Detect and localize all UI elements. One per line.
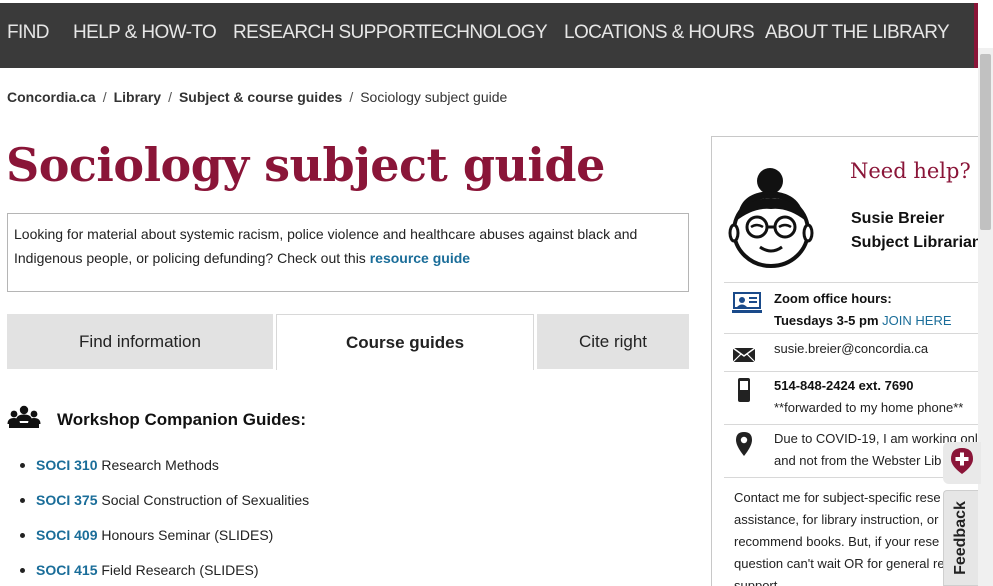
breadcrumb-subject-course-guides[interactable]: Subject & course guides <box>179 89 342 105</box>
nav-item-technology[interactable]: TECHNOLOGY <box>420 22 548 44</box>
guide-link-soci-415[interactable]: SOCI 415 <box>36 562 97 578</box>
blurb-line: assistance, for library instruction, or <box>734 512 939 527</box>
workshop-heading: Workshop Companion Guides: <box>7 405 306 434</box>
tab-course-guides[interactable]: Course guides <box>276 314 534 370</box>
nav-item-research-support[interactable]: RESEARCH SUPPORT <box>233 22 426 44</box>
breadcrumb-separator: / <box>168 89 172 105</box>
blurb-line: Contact me for subject-specific rese <box>734 490 941 505</box>
top-navigation: FIND HELP & HOW-TO RESEARCH SUPPORT TECH… <box>0 0 993 68</box>
contact-blurb: Contact me for subject-specific rese ass… <box>724 477 978 586</box>
guide-link-soci-409[interactable]: SOCI 409 <box>36 527 97 543</box>
zoom-hours-row: Zoom office hours: Tuesdays 3-5 pm JOIN … <box>724 282 978 333</box>
phone-note: **forwarded to my home phone** <box>774 400 964 415</box>
plus-circle-icon <box>950 447 974 480</box>
email-row: susie.breier@concordia.ca <box>724 333 978 371</box>
envelope-icon <box>732 347 756 368</box>
location-line-2: and not from the Webster Lib <box>774 453 942 468</box>
tab-find-information[interactable]: Find information <box>7 314 273 369</box>
scrollbar-thumb[interactable] <box>980 54 991 230</box>
breadcrumb-concordia[interactable]: Concordia.ca <box>7 89 96 105</box>
librarian-avatar-icon <box>728 165 828 274</box>
page-scrollbar[interactable] <box>978 48 993 586</box>
blurb-line: support <box>734 578 778 586</box>
zoom-hours-label: Zoom office hours: <box>774 291 892 306</box>
librarian-role: Subject Librarian <box>851 234 978 251</box>
mobile-phone-icon <box>737 377 751 408</box>
librarian-phone: 514-848-2424 ext. 7690 <box>774 378 914 393</box>
breadcrumb-current: Sociology subject guide <box>360 89 508 105</box>
video-conference-icon <box>732 292 762 319</box>
nav-item-find[interactable]: FIND <box>7 22 50 44</box>
feedback-tab[interactable]: Feedback <box>943 490 978 586</box>
tab-cite-right[interactable]: Cite right <box>537 314 689 369</box>
nav-item-about-the-library[interactable]: ABOUT THE LIBRARY <box>765 22 950 44</box>
resource-guide-link[interactable]: resource guide <box>370 250 470 266</box>
guide-list: SOCI 310 Research Methods SOCI 375 Socia… <box>20 450 309 586</box>
page-title: Sociology subject guide <box>6 138 605 192</box>
location-row: Due to COVID-19, I am working onl and no… <box>724 424 978 477</box>
nav-item-locations-hours[interactable]: LOCATIONS & HOURS <box>564 22 755 44</box>
guide-title: Honours Seminar (SLIDES) <box>101 527 274 543</box>
guide-link-soci-375[interactable]: SOCI 375 <box>36 492 97 508</box>
librarian-name: Susie Breier <box>851 210 945 227</box>
list-item: SOCI 375 Social Construction of Sexualit… <box>20 485 309 520</box>
blurb-line: recommend books. But, if your rese <box>734 534 940 549</box>
blurb-line: question can't wait OR for general re <box>734 556 945 571</box>
need-help-heading: Need help? <box>850 159 971 183</box>
phone-row: 514-848-2424 ext. 7690 **forwarded to my… <box>724 371 978 424</box>
breadcrumb-separator: / <box>349 89 354 105</box>
list-item: SOCI 415 Field Research (SLIDES) <box>20 555 309 586</box>
list-item: SOCI 310 Research Methods <box>20 450 309 485</box>
workshop-heading-label: Workshop Companion Guides: <box>57 409 307 429</box>
guide-title: Research Methods <box>101 457 219 473</box>
breadcrumb-library[interactable]: Library <box>114 89 161 105</box>
map-pin-icon <box>735 431 753 462</box>
librarian-email[interactable]: susie.breier@concordia.ca <box>774 338 928 360</box>
librarian-help-box: Need help? Susie Breier Subject Libraria… <box>711 136 978 586</box>
notice-text: Looking for material about systemic raci… <box>14 226 638 266</box>
notice-box: Looking for material about systemic raci… <box>7 213 689 292</box>
list-item: SOCI 409 Honours Seminar (SLIDES) <box>20 520 309 555</box>
nav-item-help-how-to[interactable]: HELP & HOW-TO <box>73 22 217 44</box>
zoom-join-link[interactable]: JOIN HERE <box>882 313 951 328</box>
guide-title: Social Construction of Sexualities <box>101 492 310 508</box>
top-strip <box>0 0 993 3</box>
people-group-icon <box>7 405 41 434</box>
guide-link-soci-310[interactable]: SOCI 310 <box>36 457 97 473</box>
plus-widget-button[interactable] <box>943 442 981 484</box>
zoom-hours-time: Tuesdays 3-5 pm <box>774 313 879 328</box>
feedback-label: Feedback <box>952 501 969 575</box>
breadcrumb-separator: / <box>102 89 107 105</box>
breadcrumb: Concordia.ca / Library / Subject & course gu… <box>7 89 507 105</box>
guide-title: Field Research (SLIDES) <box>101 562 259 578</box>
